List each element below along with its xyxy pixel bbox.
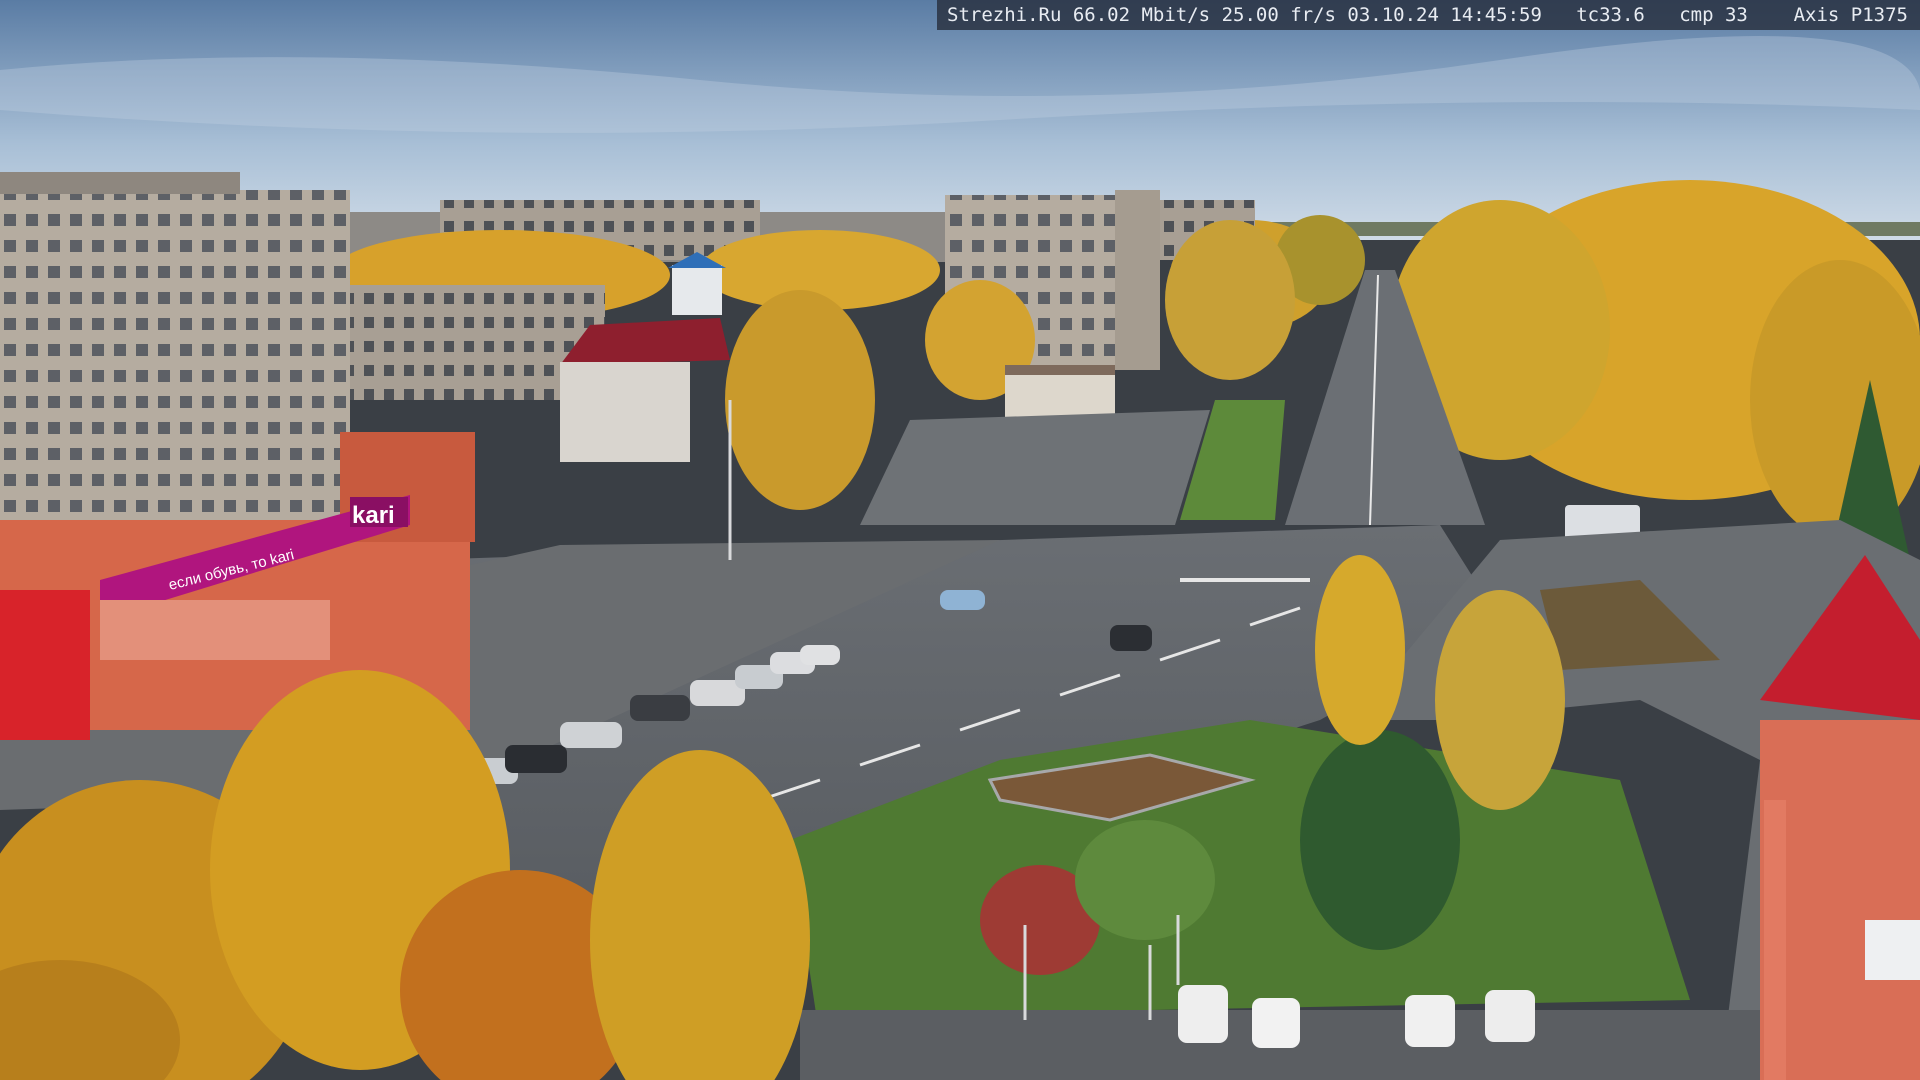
store-sign-kari: kari [352,502,395,529]
overlay-camera-model: Axis P1375 [1793,4,1908,26]
upper-plaza [860,410,1210,525]
overlay-time: 14:45:59 [1450,4,1542,26]
red-roof-building [560,318,730,462]
overlay-site: Strezhi.Ru [947,4,1062,26]
webcam-scene: kari если обувь, то kari [0,0,1920,1080]
spruce-center [1300,730,1460,950]
overlay-tc: tc33.6 [1576,4,1645,26]
overlay-date: 03.10.24 [1347,4,1439,26]
camera-info-overlay: Strezhi.Ru 66.02 Mbit/s 25.00 fr/s 03.10… [937,0,1920,30]
overlay-framerate: 25.00 fr/s [1221,4,1336,26]
overlay-cmp: cmp 33 [1679,4,1748,26]
overlay-bitrate: 66.02 Mbit/s [1072,4,1211,26]
